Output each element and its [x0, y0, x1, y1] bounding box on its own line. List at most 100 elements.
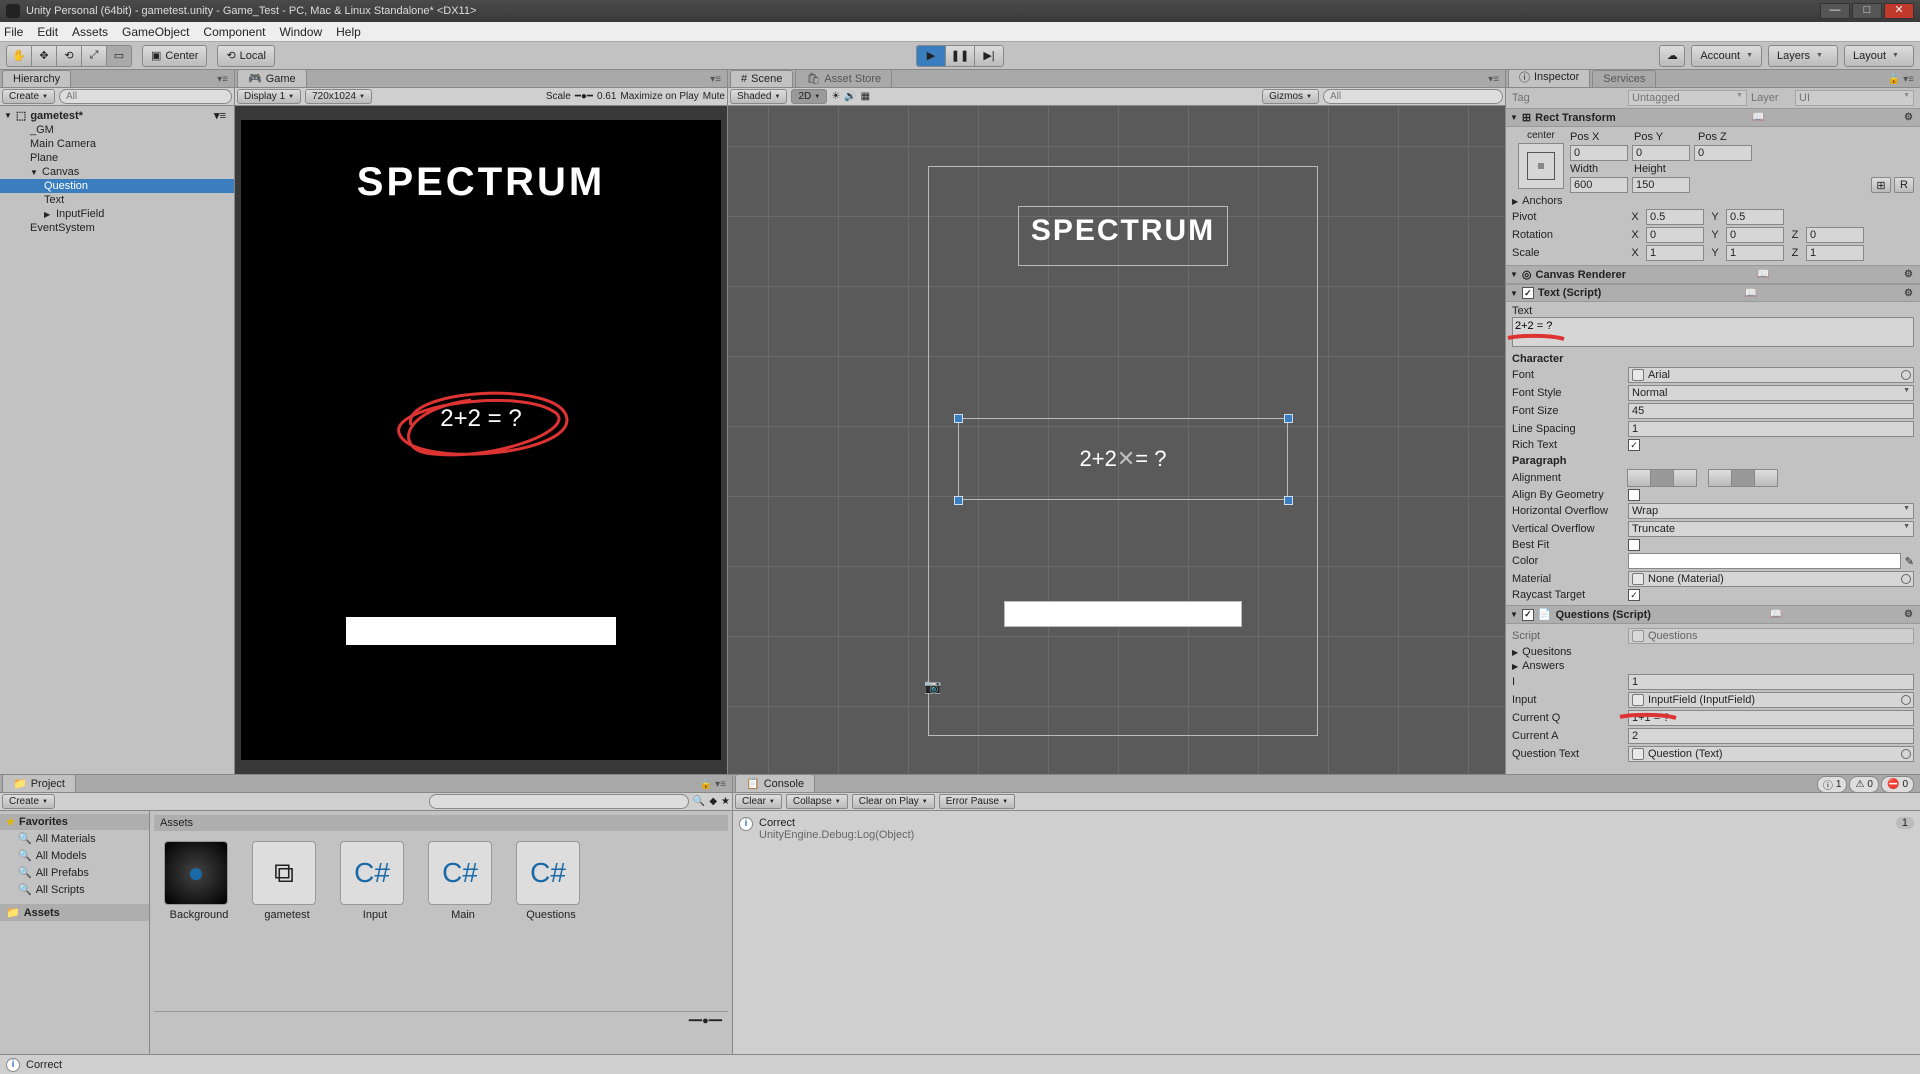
asset-gametest[interactable]: ⧉gametest: [252, 841, 322, 921]
rect-tool-button[interactable]: ▭: [106, 45, 132, 67]
game-view[interactable]: SPECTRUM 2+2 = ?: [241, 120, 721, 760]
help-icon[interactable]: 📖: [1742, 288, 1760, 299]
asset-questions[interactable]: C#Questions: [516, 841, 586, 921]
local-global-toggle[interactable]: ⟲ Local: [217, 45, 275, 67]
fav-prefabs[interactable]: 🔍 All Prefabs: [0, 864, 149, 881]
hierarchy-item-question[interactable]: Question: [0, 179, 234, 193]
scene-tab[interactable]: # Scene: [730, 70, 793, 87]
height-input[interactable]: [1632, 177, 1690, 193]
i-input[interactable]: [1628, 674, 1914, 690]
menu-assets[interactable]: Assets: [72, 25, 108, 39]
console-tab[interactable]: 📋 Console: [735, 774, 815, 792]
color-swatch[interactable]: [1628, 553, 1901, 569]
assets-breadcrumb[interactable]: Assets: [154, 815, 728, 831]
filter-label-icon[interactable]: ★: [721, 796, 730, 807]
panel-menu-icon[interactable]: ▾≡: [1482, 72, 1505, 87]
mute-audio[interactable]: Mute: [703, 91, 725, 102]
fav-materials[interactable]: 🔍 All Materials: [0, 830, 149, 847]
asset-store-tab[interactable]: 🛍 Asset Store: [795, 69, 892, 87]
canvas-renderer-header[interactable]: ▼◎ Canvas Renderer 📖 ⚙: [1506, 265, 1920, 284]
width-input[interactable]: [1570, 177, 1628, 193]
tag-dropdown[interactable]: Untagged: [1628, 90, 1747, 106]
best-fit-checkbox[interactable]: [1628, 539, 1640, 551]
rot-x-input[interactable]: [1646, 227, 1704, 243]
error-pause-toggle[interactable]: Error Pause: [939, 794, 1015, 809]
game-input-field[interactable]: [346, 617, 616, 645]
move-tool-button[interactable]: ✥: [31, 45, 57, 67]
gear-icon[interactable]: ⚙: [1901, 288, 1916, 299]
text-enable-checkbox[interactable]: ✓: [1522, 287, 1534, 299]
clear-on-play-toggle[interactable]: Clear on Play: [852, 794, 935, 809]
help-icon[interactable]: 📖: [1749, 112, 1767, 123]
rich-text-checkbox[interactable]: ✓: [1628, 439, 1640, 451]
shaded-dropdown[interactable]: Shaded: [730, 89, 787, 104]
raw-button[interactable]: R: [1894, 177, 1914, 193]
rot-y-input[interactable]: [1726, 227, 1784, 243]
hierarchy-tab[interactable]: Hierarchy: [2, 70, 71, 87]
maximize-button[interactable]: □: [1852, 3, 1882, 19]
hand-tool-button[interactable]: ✋: [6, 45, 32, 67]
layer-dropdown[interactable]: UI: [1795, 90, 1914, 106]
filter-type-icon[interactable]: ◆: [709, 796, 717, 807]
scene-root[interactable]: ⬚ gametest* ▾≡: [0, 108, 234, 123]
layers-dropdown[interactable]: Layers: [1768, 45, 1838, 67]
account-dropdown[interactable]: Account: [1691, 45, 1762, 67]
minimize-button[interactable]: —: [1820, 3, 1850, 19]
v-align-group[interactable]: [1709, 469, 1778, 487]
step-button[interactable]: ▶|: [974, 45, 1004, 67]
input-ref-field[interactable]: InputField (InputField): [1628, 692, 1914, 708]
panel-menu-icon[interactable]: ▾≡: [211, 72, 234, 87]
posy-input[interactable]: [1632, 145, 1690, 161]
scale-tool-button[interactable]: ⤢: [81, 45, 107, 67]
hierarchy-item-eventsystem[interactable]: EventSystem: [0, 221, 234, 235]
project-search-input[interactable]: [429, 794, 689, 809]
help-icon[interactable]: 📖: [1754, 269, 1772, 280]
menu-gameobject[interactable]: GameObject: [122, 25, 189, 39]
asset-background[interactable]: ●Background: [164, 841, 234, 921]
scene-search-input[interactable]: [1323, 89, 1503, 104]
pivot-x-input[interactable]: [1646, 209, 1704, 225]
questions-script-header[interactable]: ▼ ✓ 📄 Questions (Script) 📖 ⚙: [1506, 605, 1920, 624]
hierarchy-item-text[interactable]: Text: [0, 193, 234, 207]
font-field[interactable]: Arial: [1628, 367, 1914, 383]
menu-window[interactable]: Window: [279, 25, 322, 39]
gizmos-dropdown[interactable]: Gizmos: [1262, 89, 1319, 104]
2d-toggle[interactable]: 2D: [791, 89, 827, 104]
maximize-on-play[interactable]: Maximize on Play: [620, 91, 698, 102]
fav-models[interactable]: 🔍 All Models: [0, 847, 149, 864]
game-tab[interactable]: 🎮 Game: [237, 69, 307, 87]
inspector-tab[interactable]: ⓘ Inspector: [1508, 70, 1590, 87]
cloud-button[interactable]: ☁: [1659, 45, 1685, 67]
questions-array-foldout[interactable]: Quesitons: [1522, 646, 1634, 658]
hierarchy-search-input[interactable]: [59, 89, 232, 104]
clear-button[interactable]: Clear: [735, 794, 782, 809]
h-overflow-dropdown[interactable]: Wrap: [1628, 503, 1914, 519]
scene-menu-icon[interactable]: ▾≡: [214, 109, 232, 122]
rotate-tool-button[interactable]: ⟲: [56, 45, 82, 67]
align-geometry-checkbox[interactable]: [1628, 489, 1640, 501]
text-script-header[interactable]: ▼ ✓ Text (Script) 📖 ⚙: [1506, 284, 1920, 302]
scale-z-input[interactable]: [1806, 245, 1864, 261]
panel-menu-icon[interactable]: 🔒 ▾≡: [1882, 72, 1920, 87]
thumbnail-size-slider[interactable]: ━━●━━: [689, 1014, 722, 1027]
scale-y-input[interactable]: [1726, 245, 1784, 261]
material-field[interactable]: None (Material): [1628, 571, 1914, 587]
text-textarea[interactable]: 2+2 = ?: [1512, 317, 1914, 347]
fx-icon[interactable]: ▦: [861, 91, 870, 102]
anchor-preset-button[interactable]: [1518, 143, 1564, 189]
panel-menu-icon[interactable]: 🔒 ▾≡: [694, 777, 732, 792]
assets-folder[interactable]: 📁 Assets: [0, 904, 149, 921]
menu-component[interactable]: Component: [203, 25, 265, 39]
pivot-y-input[interactable]: [1726, 209, 1784, 225]
pause-button[interactable]: ❚❚: [945, 45, 975, 67]
display-dropdown[interactable]: Display 1: [237, 89, 301, 104]
play-button[interactable]: ▶: [916, 45, 946, 67]
audio-icon[interactable]: 🔊: [844, 91, 856, 102]
pivot-center-toggle[interactable]: ▣ Center: [142, 45, 207, 67]
rot-z-input[interactable]: [1806, 227, 1864, 243]
error-count-badge[interactable]: ⛔ 0: [1881, 776, 1914, 793]
services-tab[interactable]: Services: [1592, 70, 1656, 87]
console-log-row[interactable]: i Correct UnityEngine.Debug:Log(Object) …: [737, 815, 1916, 843]
scale-slider[interactable]: ━●━: [575, 91, 593, 102]
answers-array-foldout[interactable]: Answers: [1522, 660, 1634, 672]
